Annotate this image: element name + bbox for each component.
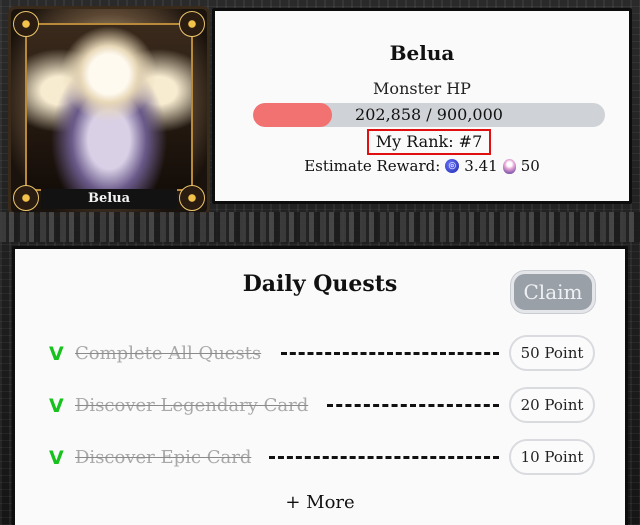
boss-portrait-art — [25, 23, 193, 191]
dashed-leader — [269, 456, 499, 459]
check-icon: V — [49, 447, 64, 469]
boss-card: Belua Belua Monster HP 202,858 / 900,000… — [0, 0, 640, 216]
token-icon: ◎ — [445, 159, 460, 173]
quest-label: Discover Legendary Card — [75, 395, 309, 416]
corner-medallion-icon — [179, 11, 205, 37]
quest-row: V Discover Epic Card 10 Point — [15, 439, 625, 475]
check-icon: V — [49, 395, 64, 417]
check-icon: V — [49, 343, 64, 365]
more-quests-link[interactable]: + More — [15, 492, 625, 513]
claim-button[interactable]: Claim — [511, 271, 595, 313]
reward-gem-amount: 50 — [520, 157, 540, 175]
boss-portrait: Belua — [8, 6, 210, 216]
corner-medallion-icon — [13, 185, 39, 211]
reward-label: Estimate Reward: — [304, 157, 441, 175]
monster-hp-value: 202,858 / 900,000 — [355, 105, 503, 124]
quest-points: 20 Point — [509, 387, 595, 423]
monster-hp-bar: 202,858 / 900,000 — [253, 103, 605, 127]
dashed-leader — [281, 352, 499, 355]
monster-hp-label: Monster HP — [373, 79, 471, 98]
reward-token-amount: 3.41 — [464, 157, 498, 175]
gem-icon — [502, 158, 516, 174]
quest-points: 10 Point — [509, 439, 595, 475]
quest-row: V Discover Legendary Card 20 Point — [15, 387, 625, 423]
portrait-name-label: Belua — [41, 189, 177, 209]
boss-info-panel: Belua Monster HP 202,858 / 900,000 My Ra… — [212, 8, 632, 204]
decorative-divider — [0, 212, 640, 242]
daily-quests-panel: Daily Quests Claim V Complete All Quests… — [12, 246, 628, 525]
quest-label: Discover Epic Card — [75, 447, 252, 468]
corner-medallion-icon — [13, 11, 39, 37]
estimate-reward: Estimate Reward: ◎ 3.41 50 — [215, 157, 629, 175]
corner-medallion-icon — [179, 185, 205, 211]
quest-points: 50 Point — [509, 335, 595, 371]
dashed-leader — [327, 404, 499, 407]
quest-row: V Complete All Quests 50 Point — [15, 335, 625, 371]
boss-name: Belua — [389, 41, 455, 65]
my-rank: My Rank: #7 — [367, 129, 491, 155]
quest-label: Complete All Quests — [75, 343, 262, 364]
